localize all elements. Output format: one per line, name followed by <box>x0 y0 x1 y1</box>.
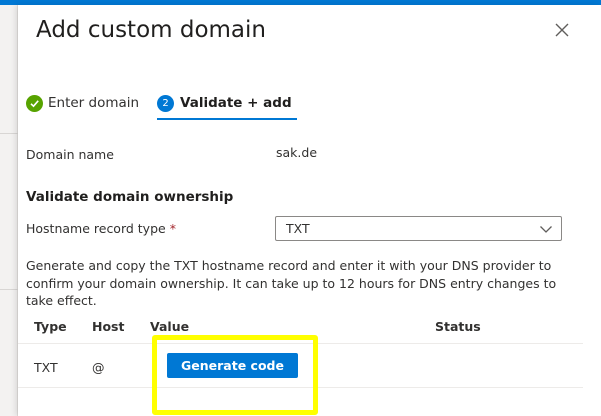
domain-name-label: Domain name <box>26 147 114 162</box>
hostname-record-type-text: Hostname record type <box>26 221 166 236</box>
divider <box>0 133 18 134</box>
column-header-status: Status <box>435 319 481 334</box>
step-number-badge: 2 <box>157 94 174 112</box>
column-header-value: Value <box>150 319 190 334</box>
close-icon[interactable] <box>552 20 572 40</box>
domain-name-value: sak.de <box>276 145 318 160</box>
panel-title: Add custom domain <box>36 17 266 43</box>
active-step-indicator <box>157 118 297 120</box>
hostname-record-type-label: Hostname record type * <box>26 221 176 236</box>
chevron-down-icon <box>540 226 552 233</box>
generate-code-button[interactable]: Generate code <box>167 353 298 378</box>
divider <box>0 289 18 290</box>
cell-type: TXT <box>34 360 58 375</box>
hostname-record-type-dropdown[interactable]: TXT <box>275 216 562 241</box>
column-header-type: Type <box>34 319 67 334</box>
step-validate-add[interactable]: 2 Validate + add <box>157 92 292 114</box>
step-enter-domain[interactable]: Enter domain <box>26 92 139 114</box>
checkmark-icon <box>26 94 43 112</box>
step-label: Enter domain <box>48 95 140 111</box>
dropdown-selected-value: TXT <box>286 221 310 236</box>
cell-host: @ <box>92 360 105 375</box>
step-label: Validate + add <box>180 95 292 111</box>
column-header-host: Host <box>92 319 125 334</box>
required-marker: * <box>169 221 176 236</box>
validation-description: Generate and copy the TXT hostname recor… <box>26 258 557 308</box>
section-heading: Validate domain ownership <box>26 189 234 205</box>
background-blade <box>0 5 18 416</box>
wizard-steps: Enter domain 2 Validate + add <box>26 92 306 122</box>
